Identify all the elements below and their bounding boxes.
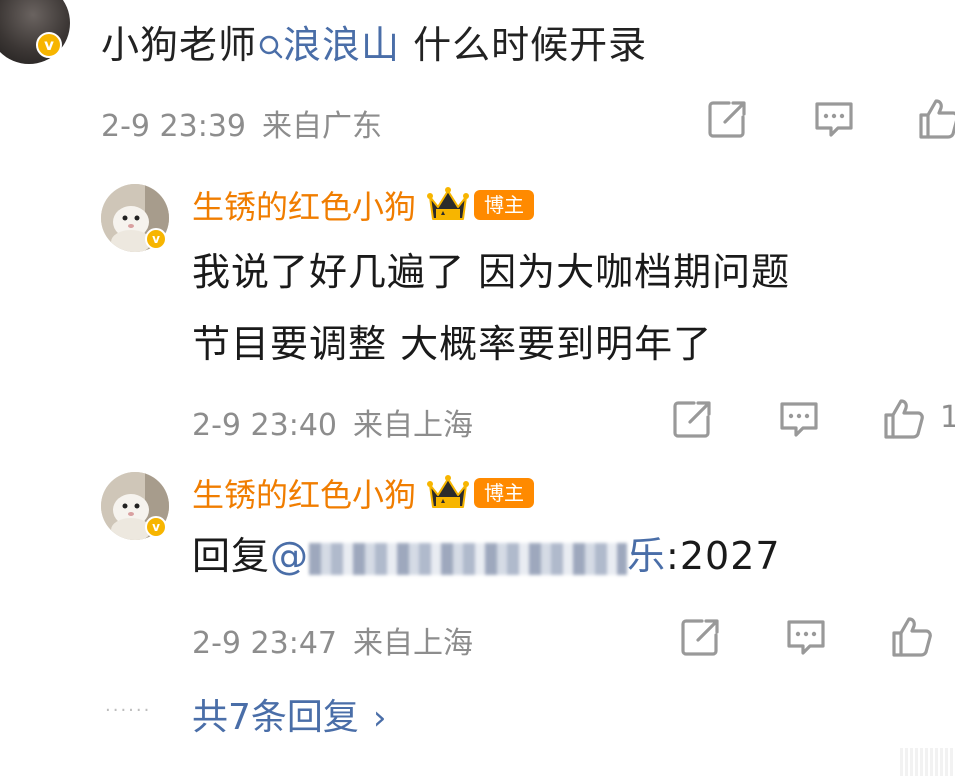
like-button[interactable] [915,95,955,143]
reply-meta: 2-9 23:40 来自上海 [192,400,473,444]
top-comment-text: 小狗老师 浪浪山 什么时候开录 [101,14,647,69]
reply-text-line: 我说了好几遍了 因为大咖档期问题 [192,250,791,294]
location: 来自广东 [262,109,382,144]
verified-badge: v [145,516,167,538]
comment-text-suffix: 什么时候开录 [400,23,648,67]
chevron-right-icon: › [372,698,387,738]
mention-link[interactable]: @ 乐 [270,534,666,578]
timestamp: 2-9 23:39 [101,109,246,144]
reply-suffix: :2027 [666,534,781,578]
reply-header: 生锈的红色小狗 博主 [192,470,535,516]
top-comment-meta: 2-9 23:39 来自广东 [101,101,382,145]
verified-badge: v [145,228,167,250]
reply-text-line: 节目要调整 大概率要到明年了 [192,322,713,366]
blogger-tag: 博主 [474,190,535,220]
crown-icon [427,475,470,508]
watermark-strip [900,748,955,776]
top-user-avatar[interactable] [0,0,70,64]
search-icon [259,35,283,59]
like-icon [919,99,955,139]
comment-button[interactable] [782,613,830,661]
blurred-username [309,542,628,575]
comment-icon [787,620,825,655]
location: 来自上海 [353,408,473,443]
topic-label: 浪浪山 [283,23,401,67]
share-button[interactable] [703,95,751,143]
comment-text-prefix: 小狗老师 [101,23,258,67]
timestamp: 2-9 23:47 [192,626,337,661]
like-button[interactable] [888,613,936,661]
like-icon [884,399,924,439]
share-icon [708,101,746,138]
topic-link[interactable]: 浪浪山 [257,23,400,67]
comment-button[interactable] [810,95,858,143]
share-button[interactable] [676,613,724,661]
comment-icon [815,102,853,137]
mention-at: @ [270,534,310,578]
username[interactable]: 生锈的红色小狗 [192,470,416,516]
share-icon [681,619,719,656]
share-button[interactable] [668,395,716,443]
mention-end: 乐 [627,534,667,578]
reply-prefix: 回复 [192,534,271,578]
location: 来自上海 [353,626,473,661]
comment-icon [780,402,818,437]
comment-button[interactable] [775,395,823,443]
more-replies-label: 共7条回复 [192,697,359,738]
dotted-divider: ······ [105,700,152,721]
more-replies-link[interactable]: 共7条回复 › [192,688,387,740]
reply-text: 回复@ 乐:2027 [192,524,781,588]
share-icon [673,401,711,438]
reply-header: 生锈的红色小狗 博主 [192,182,535,228]
reply-text: 我说了好几遍了 因为大咖档期问题 节目要调整 大概率要到明年了 [192,240,790,376]
verified-badge: v [36,32,62,58]
reply-meta: 2-9 23:47 来自上海 [192,618,473,662]
blogger-tag: 博主 [474,478,535,508]
username[interactable]: 生锈的红色小狗 [192,182,416,228]
timestamp: 2-9 23:40 [192,408,337,443]
crown-icon [427,187,470,220]
like-button[interactable] [880,395,928,443]
like-icon [892,617,932,657]
like-count: 1 [940,400,955,435]
